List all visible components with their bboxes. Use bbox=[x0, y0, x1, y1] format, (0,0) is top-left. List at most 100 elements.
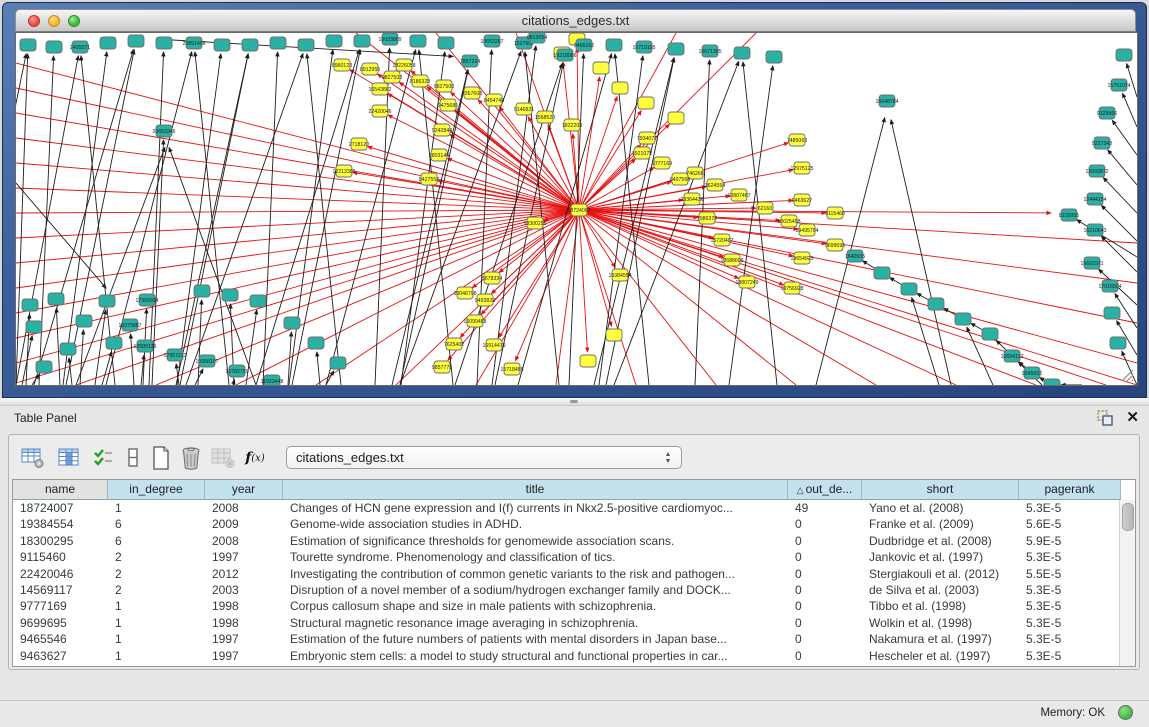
table-cell[interactable]: 1997 bbox=[205, 631, 283, 647]
graph-node[interactable]: 10807487 bbox=[727, 189, 750, 201]
table-cell[interactable]: Estimation of the future numbers of pati… bbox=[283, 631, 788, 647]
table-cell[interactable]: 1998 bbox=[205, 615, 283, 631]
graph-node[interactable]: 10688609 bbox=[720, 254, 743, 266]
table-cell[interactable]: Estimation of significance thresholds fo… bbox=[283, 533, 788, 549]
table-cell[interactable]: 2008 bbox=[205, 533, 283, 549]
table-cell[interactable]: 0 bbox=[788, 582, 862, 598]
column-header-short[interactable]: short bbox=[862, 480, 1019, 500]
graph-node[interactable]: 8454743 bbox=[484, 94, 504, 106]
graph-node[interactable] bbox=[22, 299, 38, 311]
column-select-icon[interactable] bbox=[55, 444, 83, 472]
column-header-year[interactable]: year bbox=[205, 480, 283, 500]
graph-node[interactable] bbox=[128, 35, 144, 47]
graph-node[interactable]: 9466162 bbox=[574, 39, 594, 51]
graph-node[interactable]: 8813054 bbox=[527, 33, 547, 43]
fx-icon[interactable]: f(x) bbox=[241, 444, 269, 472]
graph-node[interactable] bbox=[20, 39, 36, 51]
graph-node[interactable]: 12093872 bbox=[1085, 165, 1108, 177]
table-cell[interactable]: 1997 bbox=[205, 549, 283, 565]
new-document-icon[interactable] bbox=[147, 444, 175, 472]
table-row[interactable]: 1456911722003Disruption of a novel membe… bbox=[13, 582, 1135, 598]
table-row[interactable]: 977716911998Corpus callosum shape and si… bbox=[13, 598, 1135, 614]
table-cell[interactable]: 1 bbox=[108, 500, 205, 516]
graph-node[interactable]: 19384554 bbox=[608, 269, 631, 281]
table-cell[interactable]: 1 bbox=[108, 615, 205, 631]
graph-node[interactable]: 19495794 bbox=[795, 224, 818, 236]
graph-node[interactable]: 2405571 bbox=[70, 41, 90, 53]
table-cell[interactable]: Stergiakouli et al. (2012) bbox=[862, 566, 1019, 582]
scrollbar-thumb[interactable] bbox=[1122, 503, 1134, 531]
graph-node[interactable] bbox=[46, 41, 62, 53]
table-cell[interactable]: Tibbo et al. (1998) bbox=[862, 598, 1019, 614]
table-cell[interactable]: 0 bbox=[788, 533, 862, 549]
table-cell[interactable]: 1997 bbox=[205, 648, 283, 664]
table-cell[interactable]: 5.9E-5 bbox=[1019, 533, 1121, 549]
graph-node[interactable] bbox=[1104, 307, 1120, 319]
table-cell[interactable]: 0 bbox=[788, 598, 862, 614]
graph-node[interactable]: 9245652 bbox=[1022, 367, 1042, 379]
graph-node[interactable]: 9146821 bbox=[514, 103, 534, 115]
graph-node[interactable]: 2803144 bbox=[429, 149, 449, 161]
table-cell[interactable]: Franke et al. (2009) bbox=[862, 516, 1019, 532]
graph-node[interactable]: 16671385 bbox=[698, 45, 721, 57]
graph-node[interactable]: 15718485 bbox=[500, 363, 523, 375]
table-row[interactable]: 969969511998Structural magnetic resonanc… bbox=[13, 615, 1135, 631]
graph-node[interactable]: 9463627 bbox=[792, 194, 812, 206]
table-cell[interactable]: Jankovic et al. (1997) bbox=[862, 549, 1019, 565]
table-cell[interactable]: 2003 bbox=[205, 582, 283, 598]
graph-node[interactable]: 9493822 bbox=[475, 294, 495, 306]
graph-node[interactable]: 10719195 bbox=[632, 41, 655, 53]
graph-node[interactable] bbox=[214, 39, 230, 51]
graph-node[interactable] bbox=[668, 43, 684, 55]
graph-node[interactable] bbox=[593, 62, 609, 74]
table-cell[interactable]: Nakamura et al. (1997) bbox=[862, 631, 1019, 647]
graph-node[interactable]: 17957223 bbox=[163, 349, 186, 361]
graph-node[interactable]: 1921072 bbox=[632, 147, 652, 159]
graph-node[interactable]: 9329966 bbox=[1097, 107, 1117, 119]
table-row[interactable]: 946554611997Estimation of the future num… bbox=[13, 631, 1135, 647]
table-cell[interactable]: 0 bbox=[788, 566, 862, 582]
column-header-title[interactable]: title bbox=[283, 480, 788, 500]
table-cell[interactable]: 6 bbox=[108, 533, 205, 549]
table-cell[interactable]: 5.5E-5 bbox=[1019, 566, 1121, 582]
table-cell[interactable]: 5.3E-5 bbox=[1019, 549, 1121, 565]
table-cell[interactable]: 18300295 bbox=[13, 533, 108, 549]
graph-node[interactable]: 16543882 bbox=[368, 83, 391, 95]
table-cell[interactable]: 49 bbox=[788, 500, 862, 516]
graph-node[interactable]: 15692971 bbox=[1080, 257, 1103, 269]
graph-node[interactable] bbox=[766, 51, 782, 63]
column-header-pagerank[interactable]: pagerank bbox=[1019, 480, 1121, 500]
graph-node[interactable] bbox=[242, 39, 258, 51]
table-cell[interactable]: 14569117 bbox=[13, 582, 108, 598]
table-cell[interactable]: Hescheler et al. (1997) bbox=[862, 648, 1019, 664]
table-cell[interactable]: 5.3E-5 bbox=[1019, 615, 1121, 631]
table-cell[interactable]: 0 bbox=[788, 648, 862, 664]
graph-node[interactable]: 11923448 bbox=[261, 375, 284, 385]
graph-node[interactable] bbox=[1044, 379, 1060, 385]
graph-node[interactable] bbox=[638, 97, 654, 109]
graph-node[interactable]: 10653287 bbox=[480, 35, 503, 47]
graph-node[interactable]: 1640935 bbox=[845, 250, 865, 262]
table-cell[interactable]: 0 bbox=[788, 615, 862, 631]
graph-node[interactable]: 5678334 bbox=[482, 272, 502, 284]
table-cell[interactable]: 1998 bbox=[205, 598, 283, 614]
graph-node[interactable]: 62160 bbox=[757, 202, 773, 214]
graph-node[interactable] bbox=[250, 295, 266, 307]
table-cell[interactable]: 5.3E-5 bbox=[1019, 598, 1121, 614]
graph-node[interactable]: 20653346 bbox=[152, 125, 175, 137]
graph-node[interactable] bbox=[606, 39, 622, 51]
graph-node[interactable]: 6497568 bbox=[670, 173, 690, 185]
graph-node[interactable]: 17359924 bbox=[135, 294, 158, 306]
close-button[interactable] bbox=[28, 15, 40, 27]
graph-node[interactable]: 9115460 bbox=[825, 207, 845, 219]
table-cell[interactable]: Corpus callosum shape and size in male p… bbox=[283, 598, 788, 614]
graph-node[interactable]: 7986372 bbox=[697, 212, 717, 224]
graph-node[interactable] bbox=[438, 37, 454, 49]
table-settings-icon[interactable] bbox=[19, 444, 47, 472]
table-cell[interactable]: 2 bbox=[108, 582, 205, 598]
graph-node[interactable]: 12213389 bbox=[332, 165, 355, 177]
graph-node[interactable] bbox=[410, 35, 426, 47]
table-cell[interactable]: 1 bbox=[108, 631, 205, 647]
table-cell[interactable]: 22420046 bbox=[13, 566, 108, 582]
window-titlebar[interactable]: citations_edges.txt bbox=[15, 9, 1136, 32]
